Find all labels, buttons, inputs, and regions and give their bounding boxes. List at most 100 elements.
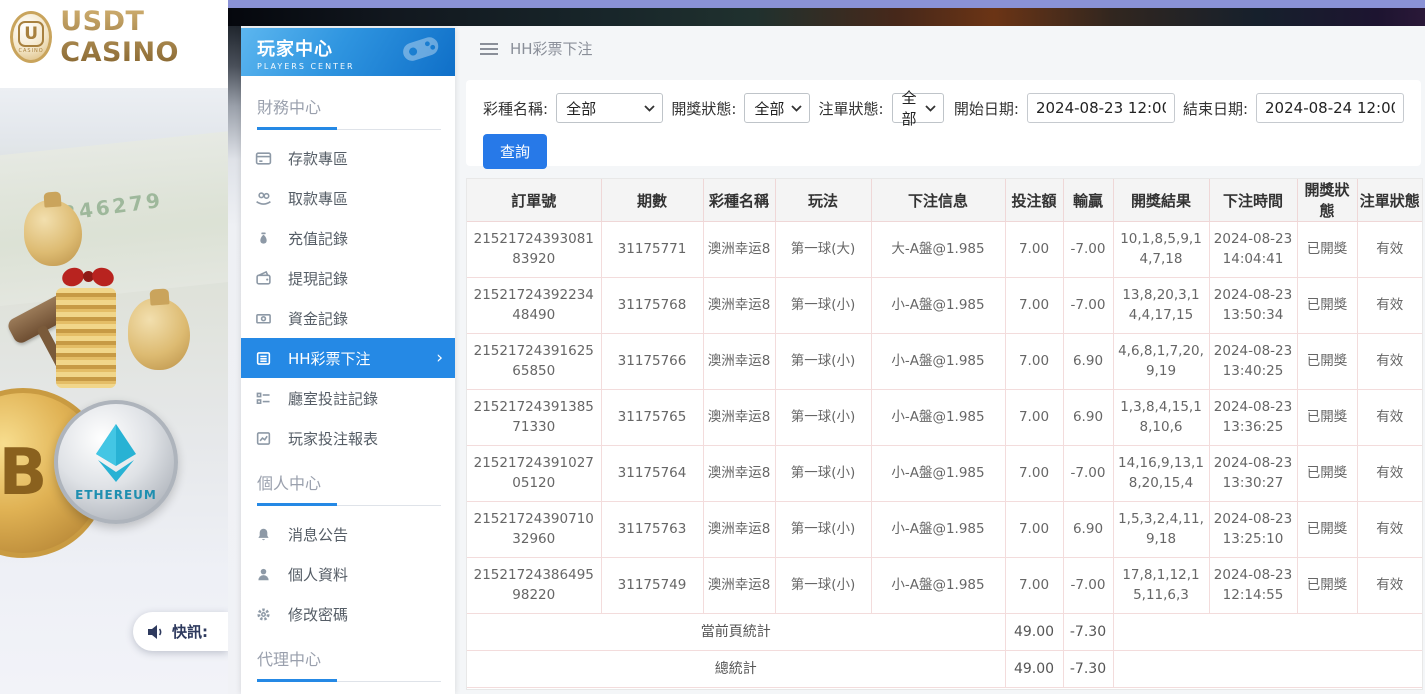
cell-draw-result: 14,16,9,13,18,20,15,4 [1113, 446, 1209, 502]
cell-period: 31175749 [601, 558, 703, 614]
sidebar-item-recharge-record[interactable]: 充值記錄 [241, 218, 455, 258]
cell-lottery-name: 澳洲幸运8 [703, 334, 775, 390]
draw-status-label: 開獎狀態: [671, 98, 736, 119]
cell-draw-result: 10,1,8,5,9,14,7,18 [1113, 222, 1209, 278]
cell-bet-time: 2024-08-23 12:14:55 [1209, 558, 1297, 614]
table-body: 215217243930818392031175771澳洲幸运8第一球(大)大-… [467, 222, 1422, 614]
draw-status-select[interactable]: 全部 [744, 93, 810, 123]
money-bag-icon [255, 230, 272, 247]
cell-play-type: 第一球(小) [775, 278, 871, 334]
cell-order-no: 2152172439308183920 [467, 222, 601, 278]
cell-win-loss: 6.90 [1063, 502, 1113, 558]
query-button[interactable]: 查詢 [483, 134, 547, 169]
chevron-right-icon: › [436, 350, 443, 367]
sidebar-item-withdraw[interactable]: 取款專區 [241, 178, 455, 218]
cell-win-loss: -7.00 [1063, 278, 1113, 334]
sidebar-item-label: 個人資料 [288, 564, 348, 585]
end-date-label: 結束日期: [1183, 98, 1248, 119]
news-ticker-label: 快訊: [172, 621, 208, 642]
wallet-icon [255, 270, 272, 287]
table-row: 215217243910270512031175764澳洲幸运8第一球(小)小-… [467, 446, 1422, 502]
cell-bet-amount: 7.00 [1005, 390, 1063, 446]
sidebar-item-label: 存款專區 [288, 148, 348, 169]
cell-bet-info: 大-A盤@1.985 [871, 222, 1005, 278]
cell-draw-result: 13,8,20,3,14,4,17,15 [1113, 278, 1209, 334]
cell-period: 31175764 [601, 446, 703, 502]
cell-bet-info: 小-A盤@1.985 [871, 558, 1005, 614]
banknote-icon [255, 310, 272, 327]
chart-report-icon [255, 430, 272, 447]
cell-bet-info: 小-A盤@1.985 [871, 278, 1005, 334]
bitcoin-symbol: B [0, 436, 47, 510]
page-total-label: 當前頁統計 [467, 614, 1005, 651]
grand-total-empty [1113, 651, 1422, 688]
news-ticker-button[interactable]: 快訊: [133, 612, 228, 651]
sidebar-item-label: HH彩票下注 [288, 348, 371, 369]
header-draw-status: 開獎狀態 [1297, 179, 1357, 222]
promo-image: KB46279 B ETHEREUM [0, 88, 228, 694]
table-row: 215217243864959822031175749澳洲幸运8第一球(小)小-… [467, 558, 1422, 614]
sidebar-item-deposit[interactable]: 存款專區 [241, 138, 455, 178]
bell-icon [255, 526, 272, 543]
chevron-down-icon [644, 105, 655, 112]
cell-order-no: 2152172439071032960 [467, 502, 601, 558]
sidebar-item-funds-record[interactable]: 資金記錄 [241, 298, 455, 338]
lottery-name-select[interactable]: 全部 [556, 93, 663, 123]
cell-bet-amount: 7.00 [1005, 446, 1063, 502]
header-order-no: 訂單號 [467, 179, 601, 222]
sidebar-item-announcements[interactable]: 消息公告 [241, 514, 455, 554]
cell-win-loss: -7.00 [1063, 558, 1113, 614]
brand-logo[interactable]: U CASINO USDT CASINO [0, 0, 228, 88]
sidebar-item-room-bet-record[interactable]: 廳室投註記錄 [241, 378, 455, 418]
cell-win-loss: 6.90 [1063, 334, 1113, 390]
start-date-input[interactable] [1027, 93, 1175, 123]
cell-order-no: 2152172439223448490 [467, 278, 601, 334]
sidebar-item-player-bet-report[interactable]: 玩家投注報表 [241, 418, 455, 458]
cell-order-status: 有效 [1357, 446, 1422, 502]
lottery-name-label: 彩種名稱: [483, 98, 548, 119]
sidebar-item-label: 廳室投註記錄 [288, 388, 378, 409]
menu-toggle-icon[interactable] [480, 43, 498, 55]
cell-period: 31175766 [601, 334, 703, 390]
cell-draw-status: 已開獎 [1297, 558, 1357, 614]
cell-period: 31175765 [601, 390, 703, 446]
section-title-agent: 代理中心 [257, 646, 441, 670]
checklist-icon [255, 390, 272, 407]
order-status-value: 全部 [902, 87, 921, 129]
order-status-select[interactable]: 全部 [892, 93, 944, 123]
gear-icon [255, 606, 272, 623]
cell-lottery-name: 澳洲幸运8 [703, 446, 775, 502]
sidebar-item-agent-rules[interactable]: 代理規則說明 [241, 690, 455, 694]
header-bet-time: 下注時間 [1209, 179, 1297, 222]
money-bag-image [24, 200, 82, 266]
table-header-row: 訂單號 期數 彩種名稱 玩法 下注信息 投注額 輸贏 開獎結果 下注時間 開獎狀… [467, 179, 1422, 222]
sidebar: 玩家中心 PLAYERS CENTER 財務中心 存款專區 取款專區 充值記錄 [241, 28, 455, 694]
grand-total-label: 總統計 [467, 651, 1005, 688]
chevron-down-icon [791, 105, 802, 112]
cell-order-no: 2152172438649598220 [467, 558, 601, 614]
sidebar-item-profile[interactable]: 個人資料 [241, 554, 455, 594]
sidebar-item-label: 修改密碼 [288, 604, 348, 625]
top-periwinkle-strip [228, 0, 1425, 8]
cell-lottery-name: 澳洲幸运8 [703, 558, 775, 614]
ethereum-logo-icon [90, 422, 142, 484]
sidebar-item-withdrawal-record[interactable]: 提現記錄 [241, 258, 455, 298]
person-icon [255, 566, 272, 583]
grand-total-row: 總統計 49.00 -7.30 [467, 651, 1422, 688]
cell-bet-amount: 7.00 [1005, 558, 1063, 614]
sidebar-item-lottery-bets[interactable]: HH彩票下注 › [241, 338, 455, 378]
page-total-row: 當前頁統計 49.00 -7.30 [467, 614, 1422, 651]
brand-name: USDT CASINO [60, 6, 228, 68]
sidebar-item-change-password[interactable]: 修改密碼 [241, 594, 455, 634]
sidebar-gutter [228, 26, 241, 694]
cell-draw-result: 17,8,1,12,15,11,6,3 [1113, 558, 1209, 614]
sidebar-item-label: 玩家投注報表 [288, 428, 378, 449]
bets-table-panel: 訂單號 期數 彩種名稱 玩法 下注信息 投注額 輸贏 開獎結果 下注時間 開獎狀… [466, 178, 1423, 690]
header-order-status: 注單狀態 [1357, 179, 1422, 222]
cell-play-type: 第一球(大) [775, 222, 871, 278]
cell-order-status: 有效 [1357, 502, 1422, 558]
end-date-input[interactable] [1256, 93, 1404, 123]
cell-bet-info: 小-A盤@1.985 [871, 446, 1005, 502]
table-row: 215217243913857133031175765澳洲幸运8第一球(小)小-… [467, 390, 1422, 446]
cell-order-status: 有效 [1357, 334, 1422, 390]
